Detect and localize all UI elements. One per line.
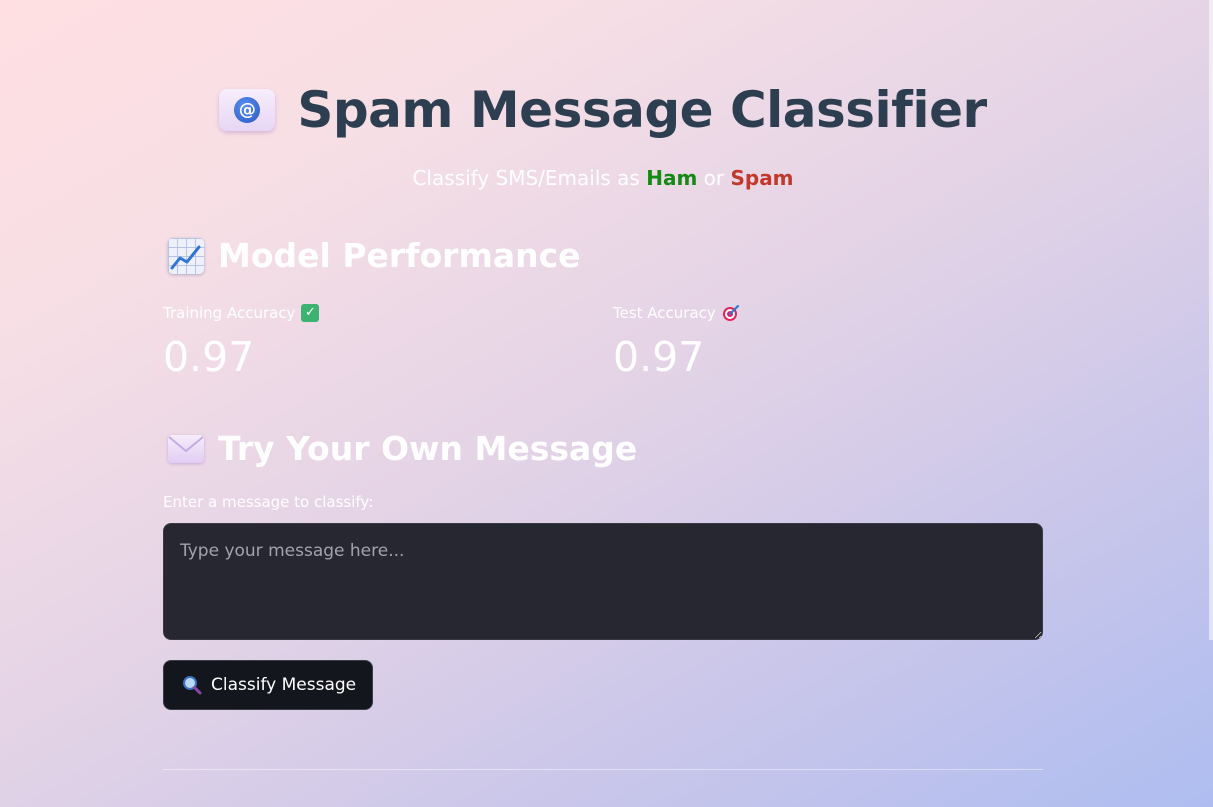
chart-increasing-icon: [168, 237, 204, 274]
divider: [163, 769, 1043, 770]
envelope-icon: [168, 434, 204, 463]
envelope-at-icon: @: [219, 89, 276, 131]
subtitle-text: Classify SMS/Emails as: [412, 166, 647, 190]
scrollbar[interactable]: [1209, 0, 1213, 640]
try-heading-text: Try Your Own Message: [218, 429, 638, 468]
training-accuracy-label-text: Training Accuracy: [163, 304, 296, 322]
title-row: @ Spam Message Classifier: [163, 78, 1043, 142]
test-accuracy-metric: Test Accuracy 0.97: [613, 302, 913, 382]
magnifier-icon: [182, 675, 202, 695]
classify-button-label: Classify Message: [211, 675, 357, 695]
message-input[interactable]: [163, 523, 1043, 640]
target-icon: [722, 304, 740, 322]
training-accuracy-label: Training Accuracy ✓: [163, 302, 463, 324]
classify-button[interactable]: Classify Message: [163, 660, 374, 710]
page-title: Spam Message Classifier: [297, 81, 987, 139]
test-accuracy-label-text: Test Accuracy: [613, 304, 716, 322]
message-input-label: Enter a message to classify:: [163, 493, 374, 511]
spam-label: Spam: [730, 166, 794, 190]
subtitle: Classify SMS/Emails as Ham or Spam: [163, 166, 1043, 190]
training-accuracy-value: 0.97: [163, 333, 255, 381]
ham-label: Ham: [646, 166, 698, 190]
check-mark-icon: ✓: [301, 304, 320, 322]
test-accuracy-value: 0.97: [613, 333, 705, 381]
training-accuracy-metric: Training Accuracy ✓ 0.97: [163, 302, 463, 382]
subtitle-or: or: [697, 166, 731, 190]
try-heading: Try Your Own Message: [168, 429, 637, 468]
test-accuracy-label: Test Accuracy: [613, 302, 913, 324]
performance-heading-text: Model Performance: [218, 236, 581, 275]
main-content: @ Spam Message Classifier Classify SMS/E…: [163, 0, 1043, 807]
performance-heading: Model Performance: [168, 236, 581, 275]
